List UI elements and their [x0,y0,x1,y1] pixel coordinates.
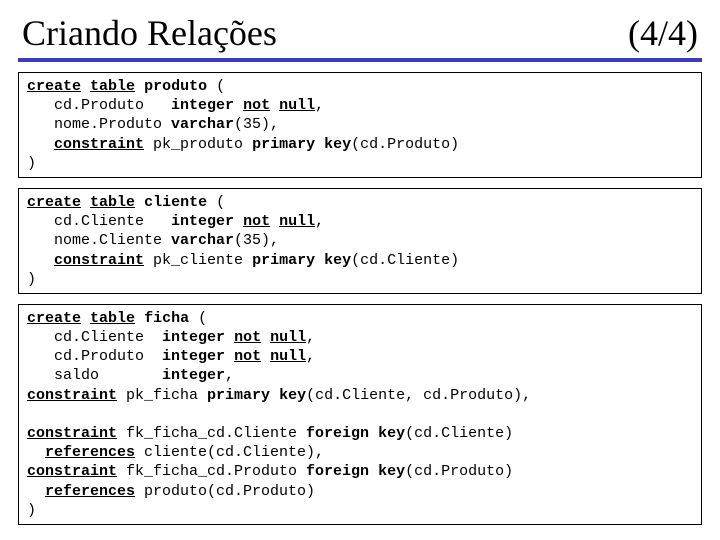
text: pk_ficha [117,387,207,404]
text: ( [207,78,225,95]
text: saldo [27,367,162,384]
kw-key: key [324,136,351,153]
code-box-ficha: create table ficha ( cd.Cliente integer … [18,304,702,525]
text [27,136,54,153]
code-box-produto: create table produto ( cd.Produto intege… [18,72,702,178]
slide: Criando Relações (4/4) create table prod… [0,0,720,540]
kw-not: not [234,329,261,346]
text [315,136,324,153]
text [369,425,378,442]
text: cd.Cliente [27,329,162,346]
kw-key: key [378,463,405,480]
kw-table: table [90,194,135,211]
kw-constraint: constraint [27,425,117,442]
text [234,213,243,230]
text: ) [27,502,36,519]
text [261,348,270,365]
text [270,387,279,404]
text: (35), [234,116,279,133]
text: ( [189,310,207,327]
kw-integer: integer [162,329,225,346]
text: fk_ficha_cd.Produto [117,463,306,480]
text: ( [207,194,225,211]
text: nome.Produto [27,116,171,133]
text [315,252,324,269]
text: ) [27,271,36,288]
kw-key: key [378,425,405,442]
text: , [315,97,324,114]
text [225,329,234,346]
text [27,406,36,423]
divider [18,58,702,62]
text [27,483,45,500]
ident-ficha: ficha [144,310,189,327]
ident-cliente: cliente [144,194,207,211]
kw-integer: integer [171,97,234,114]
text: , [306,348,315,365]
text [225,348,234,365]
text: cliente(cd.Cliente), [135,444,324,461]
text: pk_cliente [144,252,252,269]
text [27,444,45,461]
kw-integer: integer [162,348,225,365]
text: (cd.Cliente, cd.Produto), [306,387,531,404]
kw-primary: primary [252,136,315,153]
kw-not: not [243,213,270,230]
kw-varchar: varchar [171,116,234,133]
kw-null: null [279,213,315,230]
kw-constraint: constraint [54,136,144,153]
text: (35), [234,232,279,249]
kw-foreign: foreign [306,425,369,442]
kw-create: create [27,78,81,95]
text: , [306,329,315,346]
text: cd.Cliente [27,213,171,230]
kw-key: key [279,387,306,404]
kw-not: not [243,97,270,114]
kw-constraint: constraint [54,252,144,269]
kw-references: references [45,483,135,500]
kw-table: table [90,310,135,327]
text: cd.Produto [27,97,171,114]
kw-key: key [324,252,351,269]
text [270,97,279,114]
ident-produto: produto [144,78,207,95]
text: , [225,367,234,384]
slide-header: Criando Relações (4/4) [18,10,702,58]
text: (cd.Cliente) [405,425,513,442]
text: produto(cd.Produto) [135,483,315,500]
text: (cd.Produto) [351,136,459,153]
kw-constraint: constraint [27,463,117,480]
text: nome.Cliente [27,232,171,249]
kw-not: not [234,348,261,365]
kw-primary: primary [207,387,270,404]
text: (cd.Cliente) [351,252,459,269]
text [261,329,270,346]
kw-create: create [27,310,81,327]
kw-null: null [270,329,306,346]
text [270,213,279,230]
kw-create: create [27,194,81,211]
code-box-cliente: create table cliente ( cd.Cliente intege… [18,188,702,294]
text [27,252,54,269]
page-number: (4/4) [628,12,698,54]
kw-integer: integer [162,367,225,384]
text: ) [27,155,36,172]
kw-null: null [279,97,315,114]
text: , [315,213,324,230]
slide-title: Criando Relações [22,12,277,54]
kw-integer: integer [171,213,234,230]
kw-foreign: foreign [306,463,369,480]
kw-primary: primary [252,252,315,269]
kw-constraint: constraint [27,387,117,404]
text: fk_ficha_cd.Cliente [117,425,306,442]
text: (cd.Produto) [405,463,513,480]
kw-table: table [90,78,135,95]
text: pk_produto [144,136,252,153]
text [369,463,378,480]
kw-null: null [270,348,306,365]
kw-varchar: varchar [171,232,234,249]
text [234,97,243,114]
kw-references: references [45,444,135,461]
text: cd.Produto [27,348,162,365]
